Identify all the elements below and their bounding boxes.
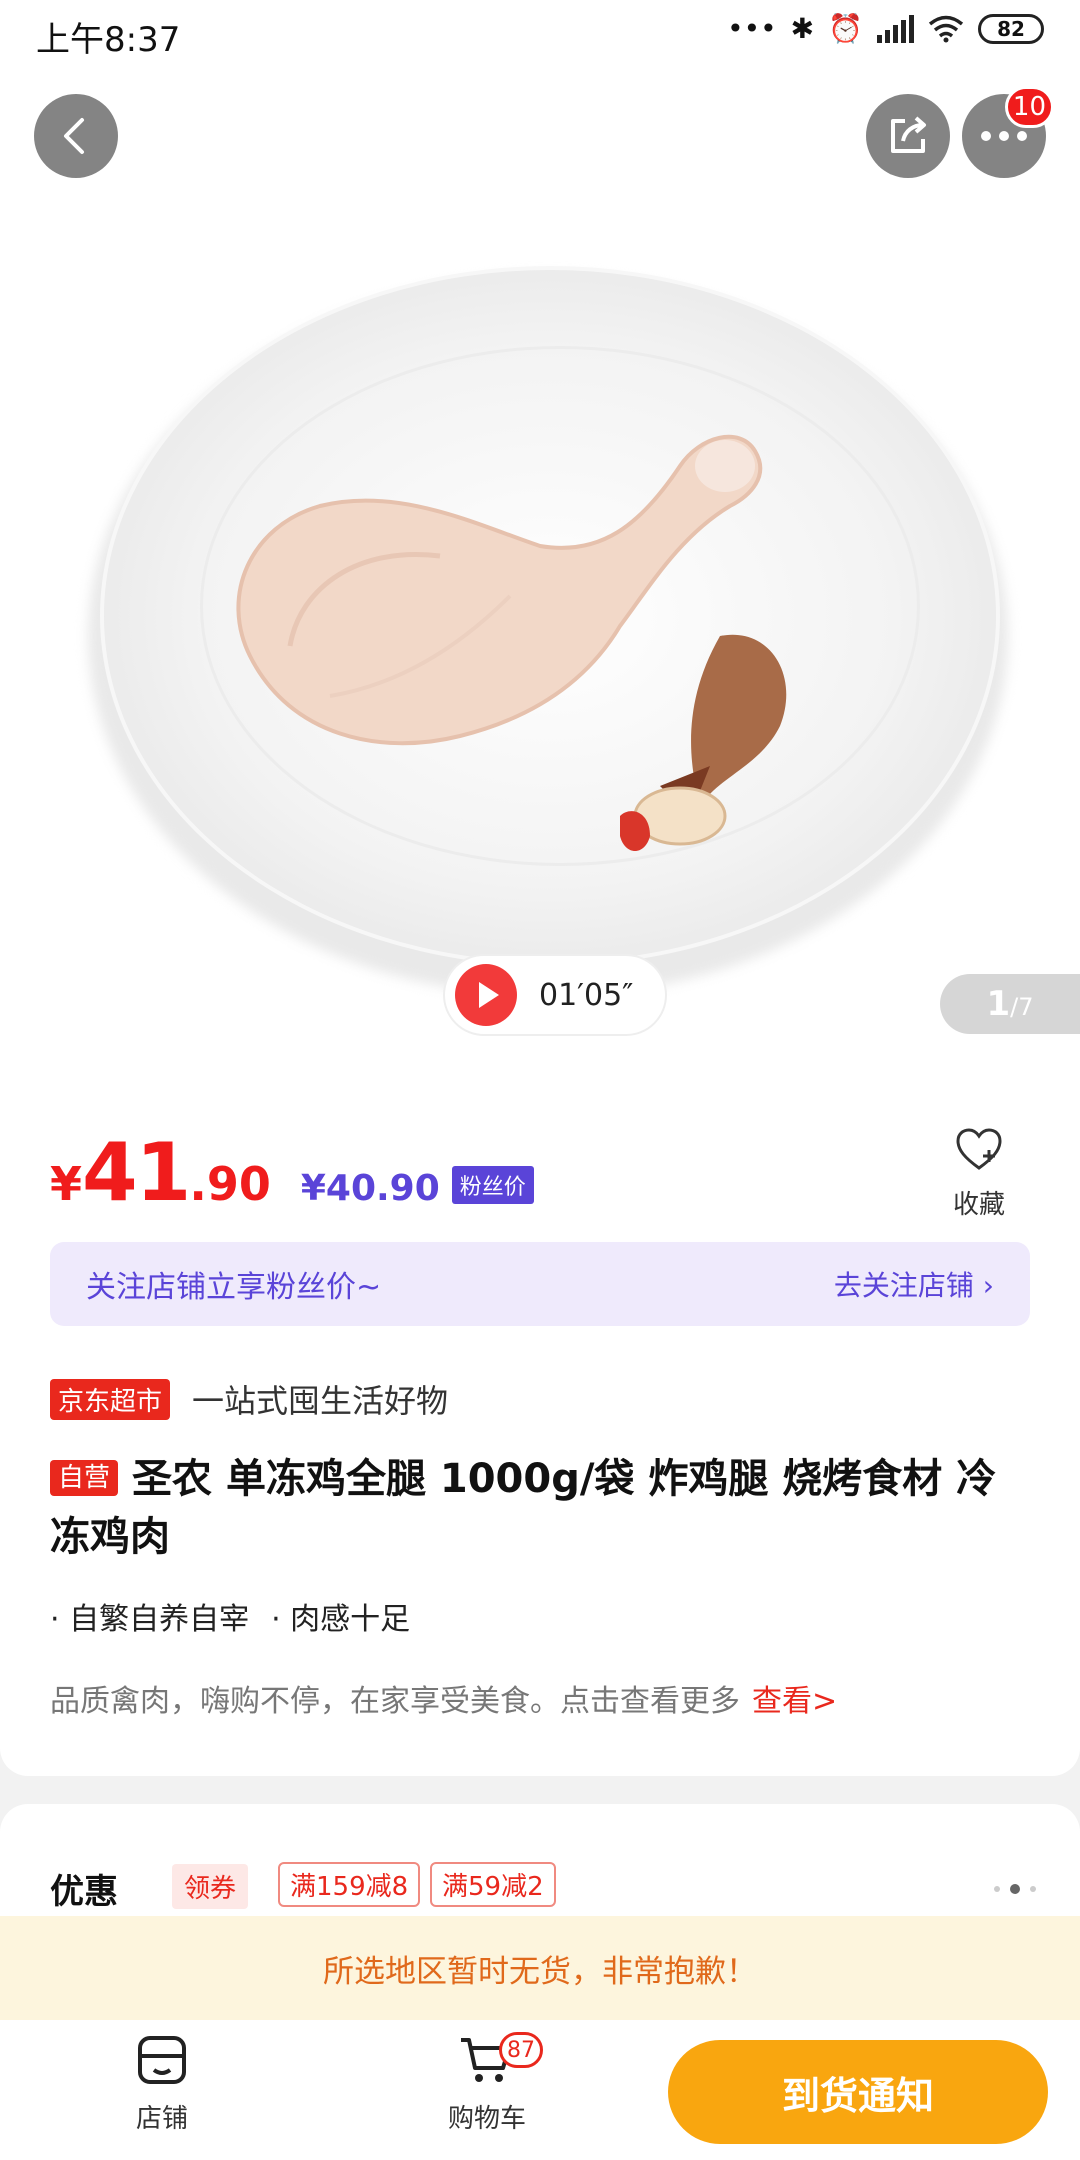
battery-icon: 82 <box>978 13 1044 44</box>
share-button[interactable] <box>866 94 950 178</box>
store-slogan: 一站式囤生活好物 <box>192 1382 449 1420</box>
more-menu-button[interactable]: 10 <box>962 86 1054 178</box>
self-operated-badge: 自营 <box>50 1460 119 1496</box>
bluetooth-icon: ✱ <box>790 12 815 45</box>
product-description: 品质禽肉，嗨购不停，在家享受美食。点击查看更多 查看> <box>50 1676 837 1720</box>
product-info-card: ¥ 41 .90 ¥40.90 粉丝价 收藏 关注店铺立享粉丝价~ 去关注店铺 … <box>0 1076 1080 1776</box>
store-badge: 京东超市 <box>50 1378 171 1420</box>
cart-count-badge: 87 <box>499 2032 543 2068</box>
back-button[interactable] <box>34 94 118 178</box>
play-icon <box>455 964 517 1026</box>
cart-tab-label: 购物车 <box>447 2104 526 2134</box>
view-more-link[interactable]: 查看> <box>752 1684 837 1719</box>
play-video-button[interactable]: 01′05″ <box>443 954 667 1036</box>
bottom-action-bar: 店铺 87 购物车 到货通知 <box>0 2020 1080 2160</box>
feature-item: · 肉感十足 <box>271 1602 411 1637</box>
more-notifications-icon: ••• <box>727 12 777 45</box>
chevron-left-icon <box>64 118 84 154</box>
spice-garnish-image <box>620 634 787 851</box>
product-title-block: 自营 圣农 单冻鸡全腿 1000g/袋 炸鸡腿 烧烤食材 冷冻鸡肉 <box>50 1450 1030 1566</box>
cart-tab[interactable]: 87 购物车 <box>407 2032 567 2135</box>
gallery-page-indicator: 1 /7 <box>940 974 1080 1034</box>
product-title: 圣农 单冻鸡全腿 1000g/袋 炸鸡腿 烧烤食材 冷冻鸡肉 <box>50 1456 997 1560</box>
favorite-label: 收藏 <box>952 1190 1005 1220</box>
status-time: 上午8:37 <box>36 20 181 60</box>
wifi-icon <box>928 15 964 42</box>
favorite-button[interactable]: 收藏 <box>944 1128 1014 1221</box>
store-icon <box>138 2036 186 2084</box>
fan-price-badge: 粉丝价 <box>451 1166 534 1204</box>
heart-icon <box>956 1128 1002 1170</box>
feature-list: · 自繁自养自宰 · 肉感十足 <box>50 1594 410 1638</box>
price-decimal: .90 <box>189 1157 271 1211</box>
message-count-badge: 10 <box>1004 86 1054 128</box>
gallery-current-page: 1 <box>986 984 1011 1024</box>
coupon-section[interactable]: 优惠 领券 满159减8 满59减2 <box>0 1804 1080 1924</box>
more-options-dots-icon[interactable] <box>994 1884 1036 1894</box>
coupon-title: 优惠 <box>50 1872 118 1912</box>
more-dots-icon <box>981 131 1027 141</box>
product-detail-page: 上午8:37 ••• ✱ ⏰ 82 01′05″ 1 /7 10 ¥ 41 .9… <box>0 0 1080 2160</box>
out-of-stock-notice: 所选地区暂时无货，非常抱歉！ <box>0 1916 1080 2020</box>
gallery-total-pages: /7 <box>1010 993 1034 1021</box>
fan-price: ¥40.90 <box>300 1168 440 1209</box>
get-coupon-button[interactable]: 领券 <box>172 1864 249 1909</box>
product-gallery[interactable]: 01′05″ 1 /7 <box>0 66 1080 1076</box>
price-integer: 41 <box>82 1126 191 1219</box>
follow-store-link[interactable]: 去关注店铺 › <box>834 1264 994 1304</box>
follow-store-banner[interactable]: 关注店铺立享粉丝价~ 去关注店铺 › <box>50 1242 1030 1326</box>
coupon-tag[interactable]: 满59减2 <box>430 1862 556 1907</box>
status-bar: 上午8:37 ••• ✱ ⏰ 82 <box>0 0 1080 66</box>
share-icon <box>891 116 926 153</box>
store-tab[interactable]: 店铺 <box>82 2034 242 2135</box>
cellular-signal-icon <box>877 14 914 43</box>
status-icons: ••• ✱ ⏰ 82 <box>727 12 1044 45</box>
video-duration: 01′05″ <box>539 977 634 1013</box>
coupon-tag[interactable]: 满159减8 <box>278 1862 421 1907</box>
description-text: 品质禽肉，嗨购不停，在家享受美食。点击查看更多 <box>50 1684 740 1719</box>
store-tab-label: 店铺 <box>135 2104 188 2134</box>
feature-item: · 自繁自养自宰 <box>50 1602 250 1637</box>
price-currency: ¥ <box>50 1157 83 1211</box>
arrival-notify-button[interactable]: 到货通知 <box>668 2040 1048 2144</box>
price-row: ¥ 41 .90 ¥40.90 粉丝价 <box>50 1126 534 1219</box>
store-row: 京东超市 一站式囤生活好物 <box>50 1376 448 1422</box>
follow-store-text: 关注店铺立享粉丝价~ <box>86 1270 382 1305</box>
alarm-icon: ⏰ <box>828 12 863 45</box>
